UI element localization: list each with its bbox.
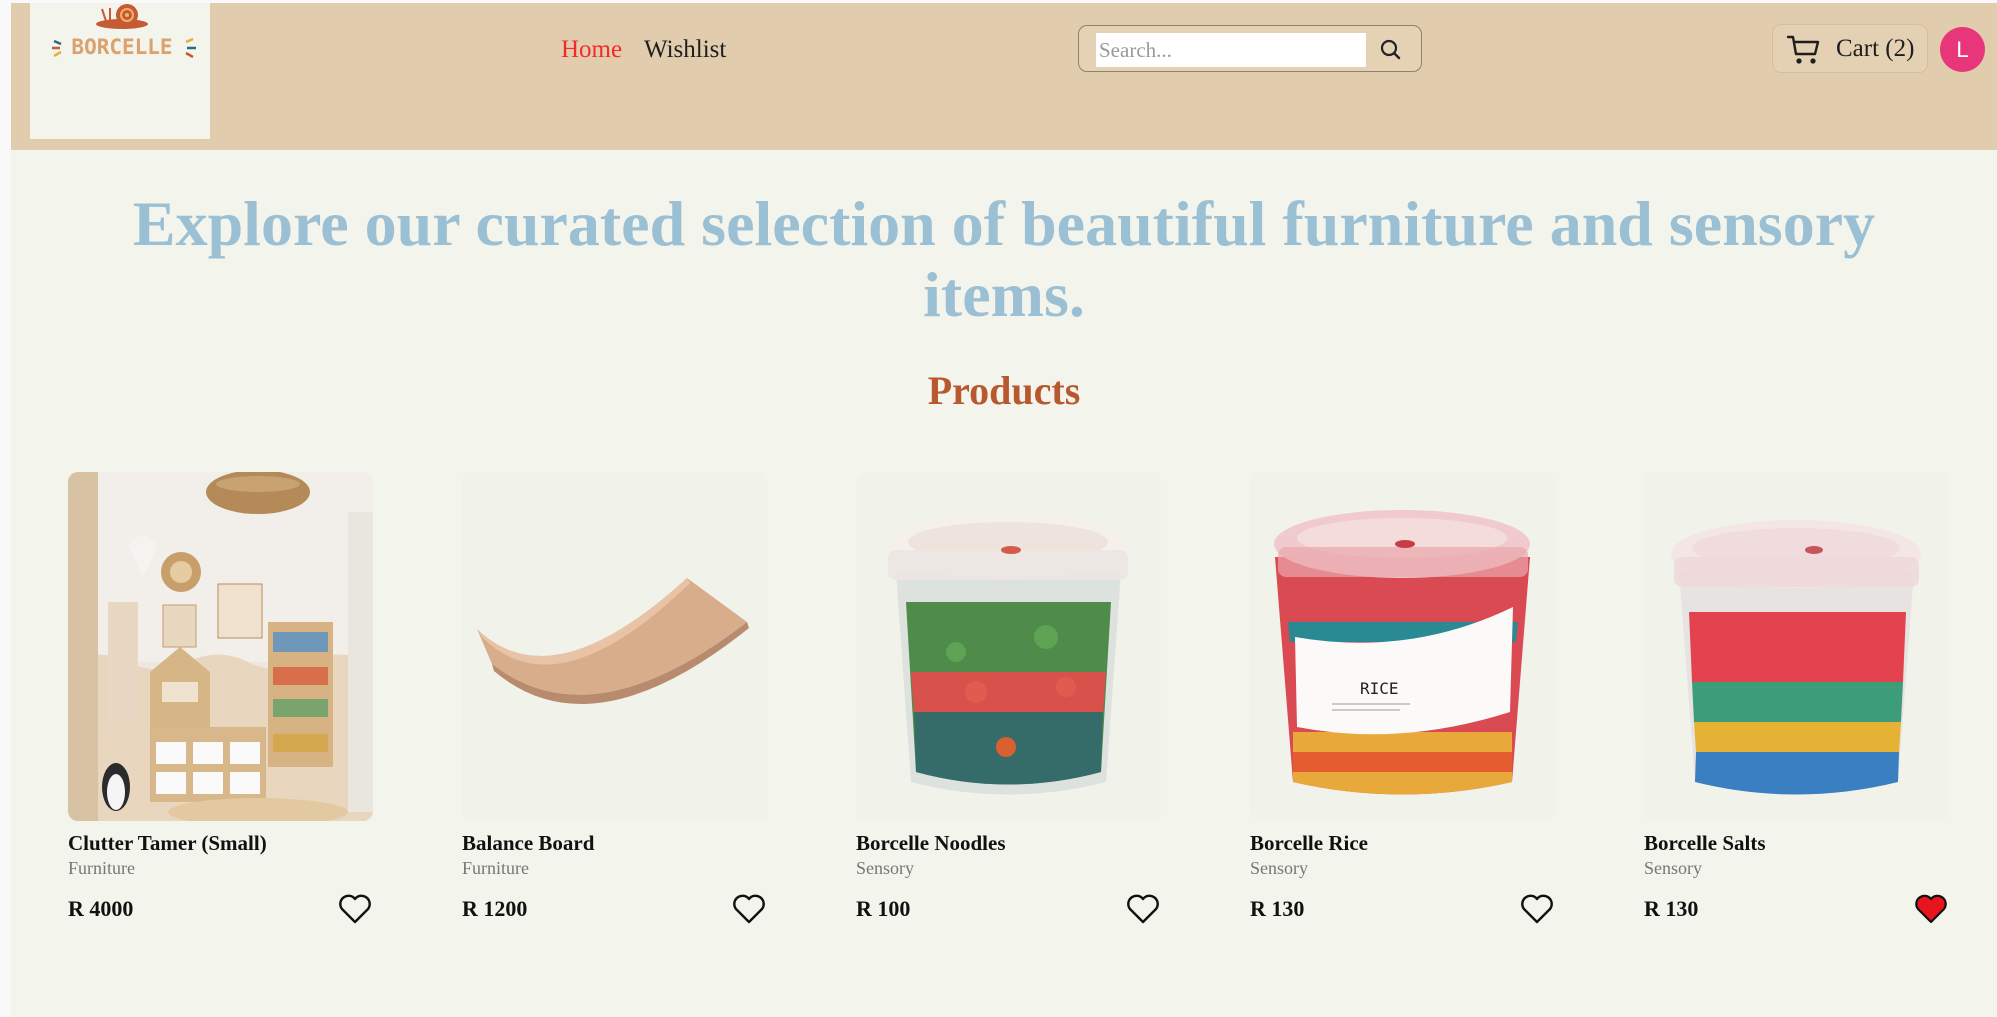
product-name: Clutter Tamer (Small) <box>68 831 267 855</box>
rice-jar-photo: RICE <box>1250 472 1555 821</box>
search-input[interactable] <box>1096 33 1366 67</box>
product-price: R 4000 <box>68 896 134 921</box>
furniture-room-photo <box>68 472 373 821</box>
product-card[interactable]: Clutter Tamer (Small) Furniture R 4000 <box>68 472 373 942</box>
product-name: Balance Board <box>462 831 595 855</box>
product-image-balance-board[interactable] <box>462 472 767 821</box>
balance-board-photo <box>462 472 767 821</box>
cart-label: Cart (2) <box>1836 35 1915 62</box>
heart-outline-icon <box>1127 894 1159 924</box>
product-category: Sensory <box>856 858 914 878</box>
jar-label-text: RICE <box>1360 679 1399 698</box>
heart-outline-icon <box>733 894 765 924</box>
product-name: Borcelle Noodles <box>856 831 1006 855</box>
product-category: Sensory <box>1250 858 1308 878</box>
product-category: Sensory <box>1644 858 1702 878</box>
heart-outline-icon <box>1521 894 1553 924</box>
product-price: R 130 <box>1644 896 1699 921</box>
product-card[interactable]: Balance Board Furniture R 1200 <box>462 472 767 942</box>
wishlist-heart-button[interactable] <box>732 893 766 925</box>
product-card[interactable]: Borcelle Salts Sensory R 130 <box>1644 472 1949 942</box>
page: BORCELLE Home Wishlist Cart (2) L E <box>11 3 1997 1017</box>
product-name: Borcelle Rice <box>1250 831 1368 855</box>
product-image-clutter-tamer[interactable] <box>68 472 373 821</box>
product-image-rice[interactable]: RICE <box>1250 472 1555 821</box>
product-image-noodles[interactable] <box>856 472 1161 821</box>
cart-button[interactable]: Cart (2) <box>1772 24 1928 73</box>
noodles-jar-photo <box>856 472 1161 821</box>
heart-outline-icon <box>339 894 371 924</box>
heart-filled-icon <box>1915 894 1947 924</box>
product-name: Borcelle Salts <box>1644 831 1766 855</box>
wishlist-heart-button[interactable] <box>338 893 372 925</box>
nav-home-link[interactable]: Home <box>561 36 622 64</box>
product-image-salts[interactable] <box>1644 472 1949 821</box>
top-navigation-bar: BORCELLE Home Wishlist Cart (2) L <box>11 3 1997 150</box>
hero-headline: Explore our curated selection of beautif… <box>132 188 1876 330</box>
search-button[interactable] <box>1371 32 1409 68</box>
wishlist-heart-button[interactable] <box>1520 893 1554 925</box>
user-avatar[interactable]: L <box>1940 27 1985 72</box>
product-price: R 130 <box>1250 896 1305 921</box>
product-category: Furniture <box>462 858 529 878</box>
salts-jar-photo <box>1644 472 1949 821</box>
wishlist-heart-button[interactable] <box>1126 893 1160 925</box>
product-price: R 1200 <box>462 896 528 921</box>
product-card[interactable]: RICE Borcelle Rice Sensory R 130 <box>1250 472 1555 942</box>
snail-logo-icon: BORCELLE <box>52 4 196 59</box>
product-card[interactable]: Borcelle Noodles Sensory R 100 <box>856 472 1161 942</box>
products-section-title: Products <box>927 368 1081 413</box>
logo-text: BORCELLE <box>71 35 172 59</box>
wishlist-heart-button[interactable] <box>1914 893 1948 925</box>
shopping-cart-icon <box>1786 35 1820 64</box>
brand-logo[interactable]: BORCELLE <box>30 3 210 139</box>
product-price: R 100 <box>856 896 911 921</box>
magnifier-icon <box>1380 39 1401 60</box>
product-category: Furniture <box>68 858 135 878</box>
search-bar <box>1078 25 1422 72</box>
nav-wishlist-link[interactable]: Wishlist <box>644 36 726 64</box>
